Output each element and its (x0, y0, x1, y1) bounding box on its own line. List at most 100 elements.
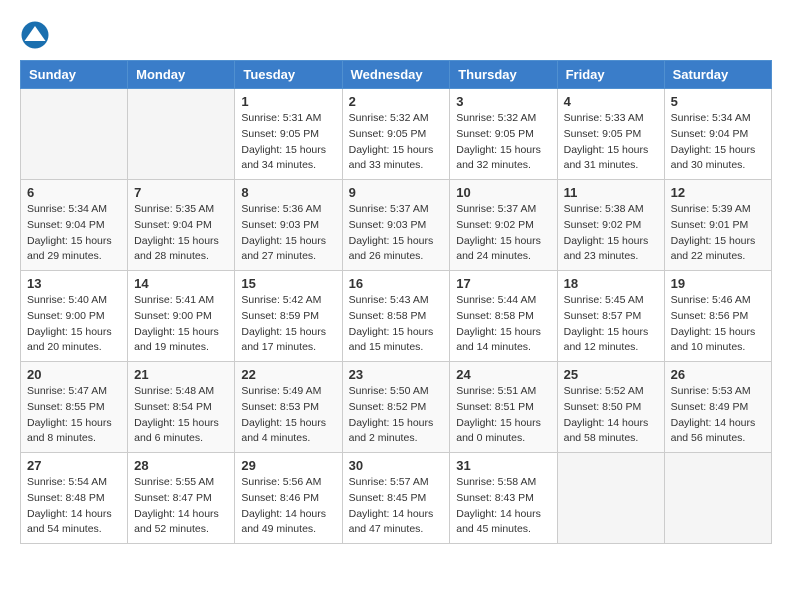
header (20, 20, 772, 50)
day-cell: 10 Sunrise: 5:37 AMSunset: 9:02 PMDayligh… (450, 180, 557, 271)
day-number: 6 (27, 185, 121, 200)
day-number: 5 (671, 94, 765, 109)
weekday-header-tuesday: Tuesday (235, 61, 342, 89)
day-number: 10 (456, 185, 550, 200)
day-info: Sunrise: 5:41 AMSunset: 9:00 PMDaylight:… (134, 293, 228, 356)
day-cell: 15 Sunrise: 5:42 AMSunset: 8:59 PMDayligh… (235, 271, 342, 362)
weekday-header-monday: Monday (128, 61, 235, 89)
day-number: 18 (564, 276, 658, 291)
day-info: Sunrise: 5:53 AMSunset: 8:49 PMDaylight:… (671, 384, 765, 447)
weekday-header-sunday: Sunday (21, 61, 128, 89)
week-row-2: 6 Sunrise: 5:34 AMSunset: 9:04 PMDaylight… (21, 180, 772, 271)
day-cell: 9 Sunrise: 5:37 AMSunset: 9:03 PMDaylight… (342, 180, 450, 271)
day-cell: 14Sunrise: 5:41 AMSunset: 9:00 PMDayligh… (128, 271, 235, 362)
day-number: 21 (134, 367, 228, 382)
day-cell: 1 Sunrise: 5:31 AMSunset: 9:05 PMDaylight… (235, 89, 342, 180)
day-info: Sunrise: 5:40 AMSunset: 9:00 PMDaylight:… (27, 293, 121, 356)
day-cell: 31Sunrise: 5:58 AMSunset: 8:43 PMDayligh… (450, 453, 557, 544)
weekday-header-friday: Friday (557, 61, 664, 89)
day-info: Sunrise: 5:34 AMSunset: 9:04 PMDaylight:… (27, 202, 121, 265)
day-info: Sunrise: 5:33 AMSunset: 9:05 PMDaylight:… (564, 111, 658, 174)
day-cell: 19Sunrise: 5:46 AMSunset: 8:56 PMDayligh… (664, 271, 771, 362)
day-cell: 11 Sunrise: 5:38 AMSunset: 9:02 PMDayligh… (557, 180, 664, 271)
day-cell: 25 Sunrise: 5:52 AMSunset: 8:50 PMDayligh… (557, 362, 664, 453)
day-info: Sunrise: 5:44 AMSunset: 8:58 PMDaylight:… (456, 293, 550, 356)
logo-icon (20, 20, 50, 50)
day-info: Sunrise: 5:34 AMSunset: 9:04 PMDaylight:… (671, 111, 765, 174)
day-cell: 20 Sunrise: 5:47 AMSunset: 8:55 PMDayligh… (21, 362, 128, 453)
day-cell: 5 Sunrise: 5:34 AMSunset: 9:04 PMDaylight… (664, 89, 771, 180)
day-number: 27 (27, 458, 121, 473)
day-number: 7 (134, 185, 228, 200)
day-info: Sunrise: 5:42 AMSunset: 8:59 PMDaylight:… (241, 293, 335, 356)
day-cell: 2Sunrise: 5:32 AMSunset: 9:05 PMDaylight… (342, 89, 450, 180)
day-info: Sunrise: 5:51 AMSunset: 8:51 PMDaylight:… (456, 384, 550, 447)
week-row-4: 20 Sunrise: 5:47 AMSunset: 8:55 PMDayligh… (21, 362, 772, 453)
day-number: 28 (134, 458, 228, 473)
day-info: Sunrise: 5:37 AMSunset: 9:02 PMDaylight:… (456, 202, 550, 265)
day-info: Sunrise: 5:31 AMSunset: 9:05 PMDaylight:… (241, 111, 335, 174)
day-cell: 30Sunrise: 5:57 AMSunset: 8:45 PMDayligh… (342, 453, 450, 544)
calendar: SundayMondayTuesdayWednesdayThursdayFrid… (20, 60, 772, 544)
day-info: Sunrise: 5:49 AMSunset: 8:53 PMDaylight:… (241, 384, 335, 447)
day-number: 22 (241, 367, 335, 382)
day-cell: 22 Sunrise: 5:49 AMSunset: 8:53 PMDayligh… (235, 362, 342, 453)
day-cell (21, 89, 128, 180)
day-info: Sunrise: 5:35 AMSunset: 9:04 PMDaylight:… (134, 202, 228, 265)
day-cell: 17 Sunrise: 5:44 AMSunset: 8:58 PMDayligh… (450, 271, 557, 362)
day-info: Sunrise: 5:50 AMSunset: 8:52 PMDaylight:… (349, 384, 444, 447)
day-info: Sunrise: 5:52 AMSunset: 8:50 PMDaylight:… (564, 384, 658, 447)
day-number: 25 (564, 367, 658, 382)
day-cell: 18 Sunrise: 5:45 AMSunset: 8:57 PMDayligh… (557, 271, 664, 362)
weekday-header-thursday: Thursday (450, 61, 557, 89)
day-number: 8 (241, 185, 335, 200)
day-info: Sunrise: 5:32 AMSunset: 9:05 PMDaylight:… (349, 111, 444, 174)
day-info: Sunrise: 5:55 AMSunset: 8:47 PMDaylight:… (134, 475, 228, 538)
day-info: Sunrise: 5:54 AMSunset: 8:48 PMDaylight:… (27, 475, 121, 538)
day-cell: 7 Sunrise: 5:35 AMSunset: 9:04 PMDaylight… (128, 180, 235, 271)
day-cell (664, 453, 771, 544)
day-cell: 26Sunrise: 5:53 AMSunset: 8:49 PMDayligh… (664, 362, 771, 453)
day-info: Sunrise: 5:39 AMSunset: 9:01 PMDaylight:… (671, 202, 765, 265)
day-cell: 3Sunrise: 5:32 AMSunset: 9:05 PMDaylight… (450, 89, 557, 180)
day-cell: 6 Sunrise: 5:34 AMSunset: 9:04 PMDaylight… (21, 180, 128, 271)
day-number: 17 (456, 276, 550, 291)
day-info: Sunrise: 5:47 AMSunset: 8:55 PMDaylight:… (27, 384, 121, 447)
day-number: 12 (671, 185, 765, 200)
day-number: 15 (241, 276, 335, 291)
day-info: Sunrise: 5:37 AMSunset: 9:03 PMDaylight:… (349, 202, 444, 265)
day-cell: 8Sunrise: 5:36 AMSunset: 9:03 PMDaylight… (235, 180, 342, 271)
day-cell: 28 Sunrise: 5:55 AMSunset: 8:47 PMDayligh… (128, 453, 235, 544)
week-row-1: 1 Sunrise: 5:31 AMSunset: 9:05 PMDaylight… (21, 89, 772, 180)
day-info: Sunrise: 5:43 AMSunset: 8:58 PMDaylight:… (349, 293, 444, 356)
day-cell: 29Sunrise: 5:56 AMSunset: 8:46 PMDayligh… (235, 453, 342, 544)
day-number: 9 (349, 185, 444, 200)
week-row-3: 13 Sunrise: 5:40 AMSunset: 9:00 PMDayligh… (21, 271, 772, 362)
day-cell: 24 Sunrise: 5:51 AMSunset: 8:51 PMDayligh… (450, 362, 557, 453)
day-number: 20 (27, 367, 121, 382)
day-number: 30 (349, 458, 444, 473)
day-info: Sunrise: 5:48 AMSunset: 8:54 PMDaylight:… (134, 384, 228, 447)
day-info: Sunrise: 5:46 AMSunset: 8:56 PMDaylight:… (671, 293, 765, 356)
day-number: 11 (564, 185, 658, 200)
day-info: Sunrise: 5:45 AMSunset: 8:57 PMDaylight:… (564, 293, 658, 356)
weekday-header-saturday: Saturday (664, 61, 771, 89)
day-number: 1 (241, 94, 335, 109)
day-number: 24 (456, 367, 550, 382)
day-number: 23 (349, 367, 444, 382)
day-cell: 27 Sunrise: 5:54 AMSunset: 8:48 PMDayligh… (21, 453, 128, 544)
day-number: 16 (349, 276, 444, 291)
week-row-5: 27 Sunrise: 5:54 AMSunset: 8:48 PMDayligh… (21, 453, 772, 544)
day-cell: 23 Sunrise: 5:50 AMSunset: 8:52 PMDayligh… (342, 362, 450, 453)
day-cell: 12 Sunrise: 5:39 AMSunset: 9:01 PMDayligh… (664, 180, 771, 271)
day-cell: 13 Sunrise: 5:40 AMSunset: 9:00 PMDayligh… (21, 271, 128, 362)
day-number: 4 (564, 94, 658, 109)
day-cell (557, 453, 664, 544)
day-info: Sunrise: 5:58 AMSunset: 8:43 PMDaylight:… (456, 475, 550, 538)
day-info: Sunrise: 5:56 AMSunset: 8:46 PMDaylight:… (241, 475, 335, 538)
day-cell: 4 Sunrise: 5:33 AMSunset: 9:05 PMDaylight… (557, 89, 664, 180)
day-info: Sunrise: 5:38 AMSunset: 9:02 PMDaylight:… (564, 202, 658, 265)
weekday-header-wednesday: Wednesday (342, 61, 450, 89)
day-number: 13 (27, 276, 121, 291)
weekday-header-row: SundayMondayTuesdayWednesdayThursdayFrid… (21, 61, 772, 89)
